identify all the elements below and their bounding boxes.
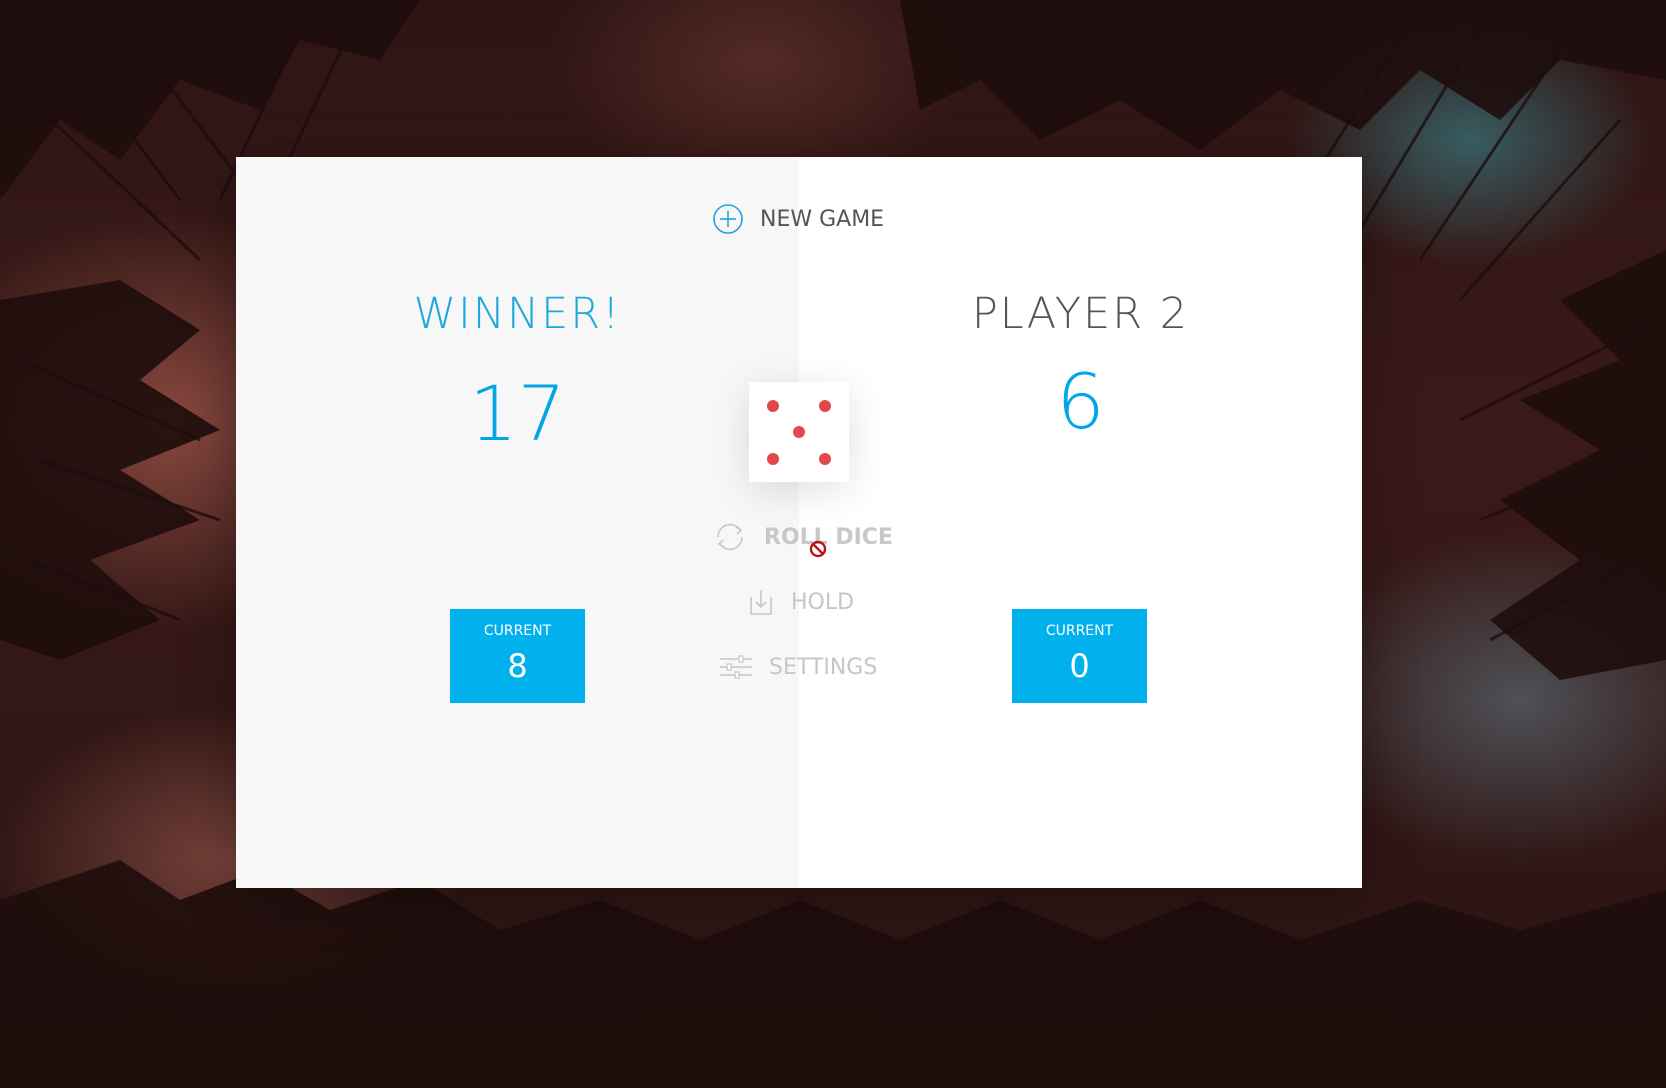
hold-button[interactable]: HOLD [747,587,854,617]
player-2-current-box: CURRENT 0 [1012,609,1147,703]
dice-pip [819,400,831,412]
refresh-icon [717,523,743,551]
download-icon [750,590,772,615]
player-1-current-box: CURRENT 8 [450,609,585,703]
game-panel: NEW GAME WINNER! PLAYER 2 17 6 ROLL DICE… [236,157,1362,888]
player-2-score: 6 [1056,357,1105,446]
dice-pip [819,453,831,465]
new-game-button[interactable]: NEW GAME [712,203,884,235]
new-game-label: NEW GAME [760,206,885,232]
player-2-name: PLAYER 2 [971,289,1190,339]
player-2-current-value: 0 [1069,647,1090,685]
player-1-current-value: 8 [507,647,528,685]
settings-label: SETTINGS [769,654,878,680]
dice-pip [767,453,779,465]
settings-button[interactable]: SETTINGS [719,654,877,680]
player-1-name: WINNER! [413,289,622,339]
roll-dice-button[interactable]: ROLL DICE [712,519,893,555]
player-2-current-label: CURRENT [1045,623,1114,639]
roll-dice-label: ROLL DICE [764,524,893,550]
dice-pip [793,426,805,438]
sliders-icon [720,655,752,679]
dice [749,382,849,482]
plus-circle-icon [713,204,743,234]
hold-label: HOLD [791,589,855,615]
player-1-current-label: CURRENT [483,623,552,639]
player-1-score: 17 [469,369,566,458]
dice-pip [767,400,779,412]
not-allowed-cursor-icon [809,540,827,558]
